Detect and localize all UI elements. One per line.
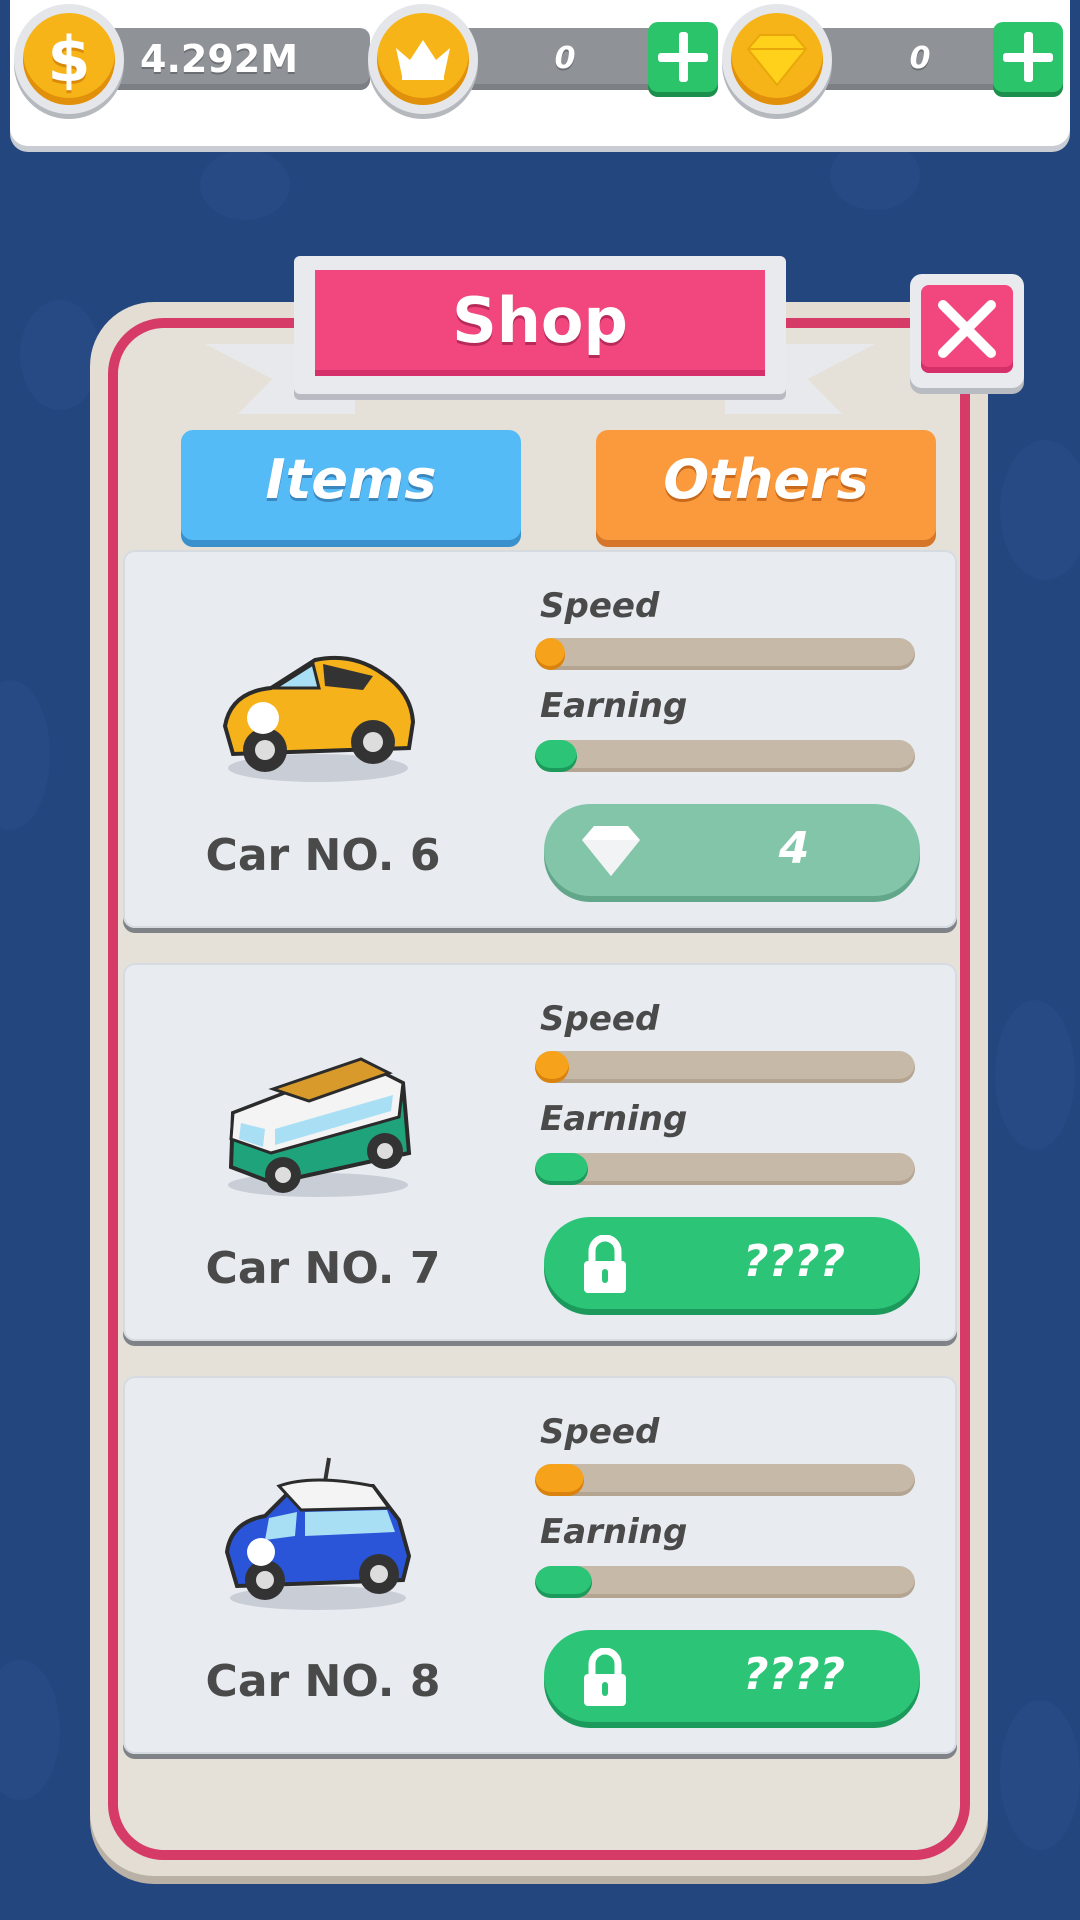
crown-amount: 0: [554, 41, 576, 76]
speed-label: Speed: [540, 586, 660, 626]
cash-amount: 4.292M: [140, 37, 299, 81]
speed-bar-fill: [535, 638, 566, 670]
car-card: Car NO. 6 Speed Earning 4: [123, 550, 957, 928]
lock-icon: [584, 1648, 626, 1706]
background-decoration: [1000, 440, 1080, 580]
tab-others[interactable]: Others: [596, 430, 936, 540]
shop-title: Shop: [315, 270, 765, 376]
car-name: Car NO. 8: [205, 1656, 441, 1707]
dollar-coin-icon: $: [14, 4, 124, 114]
speed-bar: [535, 1464, 915, 1496]
locked-car-8-button[interactable]: ????: [544, 1630, 920, 1722]
diamond-icon: [582, 826, 640, 876]
price-label: ????: [742, 1236, 846, 1287]
locked-car-7-button[interactable]: ????: [544, 1217, 920, 1309]
earning-label: Earning: [540, 1512, 688, 1552]
price-label: ????: [742, 1649, 846, 1700]
background-decoration: [995, 1000, 1075, 1150]
speed-bar-fill: [535, 1051, 570, 1083]
earning-bar-fill: [535, 1566, 592, 1598]
speed-bar-fill: [535, 1464, 585, 1496]
speed-label: Speed: [540, 999, 660, 1039]
background-decoration: [1000, 1700, 1080, 1850]
car-7-icon: [228, 1057, 412, 1197]
background-decoration: [200, 150, 290, 220]
add-crowns-button[interactable]: [648, 22, 718, 92]
buy-car-6-button[interactable]: 4: [544, 804, 920, 896]
earning-bar: [535, 1566, 915, 1598]
crown-coin-icon: [368, 4, 478, 114]
car-name: Car NO. 6: [205, 830, 441, 881]
close-icon: [938, 300, 996, 358]
speed-bar: [535, 1051, 915, 1083]
gem-amount: 0: [909, 41, 931, 76]
earning-label: Earning: [540, 1099, 688, 1139]
close-button[interactable]: [910, 274, 1024, 388]
speed-label: Speed: [540, 1412, 660, 1452]
car-6-icon: [222, 655, 416, 782]
lock-icon: [584, 1235, 626, 1293]
car-8-icon: [224, 1457, 412, 1610]
earning-label: Earning: [540, 686, 688, 726]
background-decoration: [20, 300, 100, 410]
car-card: Car NO. 7 Speed Earning ????: [123, 963, 957, 1341]
tab-items[interactable]: Items: [181, 430, 521, 540]
background-decoration: [0, 1660, 60, 1800]
currency-bar: 4.292M $ 0 0: [10, 0, 1070, 146]
earning-bar-fill: [535, 1153, 589, 1185]
background-decoration: [0, 680, 50, 830]
price-label: 4: [778, 823, 810, 874]
add-gems-button[interactable]: [993, 22, 1063, 92]
speed-bar: [535, 638, 915, 670]
earning-bar: [535, 1153, 915, 1185]
diamond-coin-icon: [722, 4, 832, 114]
earning-bar: [535, 740, 915, 772]
background-decoration: [830, 140, 920, 210]
car-card: Car NO. 8 Speed Earning ????: [123, 1376, 957, 1754]
earning-bar-fill: [535, 740, 577, 772]
car-name: Car NO. 7: [205, 1243, 441, 1294]
